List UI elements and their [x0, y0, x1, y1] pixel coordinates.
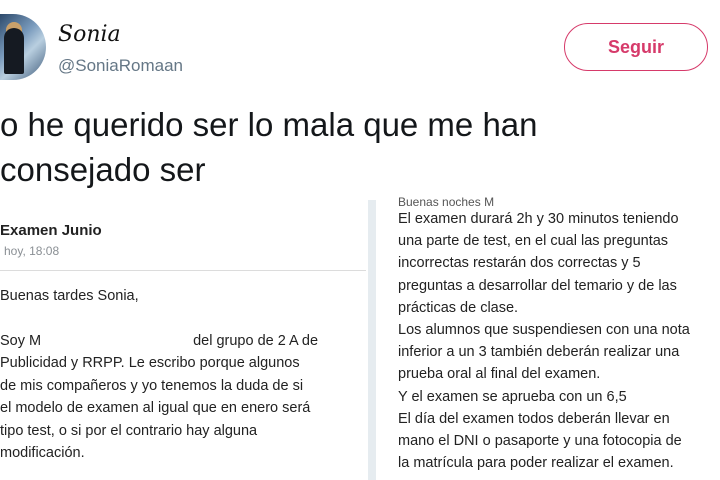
reply-line: inferior a un 3 también deberán realizar…: [398, 344, 680, 361]
tweet-line: o he querido ser lo mala que me han: [0, 106, 538, 143]
email-divider: [0, 270, 366, 271]
reply-screenshot[interactable]: Buenas noches M El examen durará 2h y 30…: [398, 196, 718, 474]
image-divider: [368, 200, 376, 480]
reply-line: la matrícula para poder realizar el exam…: [398, 455, 674, 472]
reply-line: El día del examen todos deberán llevar e…: [398, 410, 670, 427]
reply-line: Y el examen se aprueba con un 6,5: [398, 388, 627, 405]
email-greeting: Buenas tardes Sonia,: [0, 288, 139, 304]
reply-line: prácticas de clase.: [398, 299, 519, 316]
email-line: Soy M del grupo de 2 A de: [0, 330, 362, 353]
email-line: Publicidad y RRPP. Le escribo porque alg…: [0, 355, 300, 371]
reply-line: prueba oral al final del examen.: [398, 366, 601, 383]
email-line: el modelo de examen al igual que en ener…: [0, 400, 311, 416]
follow-button[interactable]: Seguir: [564, 23, 708, 71]
email-subject: Examen Junio: [0, 222, 102, 239]
tweet-line: consejado ser: [0, 151, 206, 188]
email-body: Buenas tardes Sonia, Soy M del grupo de 2…: [0, 285, 362, 465]
avatar-figure: [4, 28, 24, 74]
reply-line: una parte de test, en el cual las pregun…: [398, 233, 669, 250]
email-date: hoy, 18:08: [4, 244, 60, 258]
email-line-part: del grupo de 2 A de: [193, 332, 319, 349]
user-handle[interactable]: @SoniaRomaan: [58, 56, 183, 76]
email-line: de mis compañeros y yo tenemos la duda d…: [0, 377, 304, 394]
reply-line: preguntas a desarrollar del temario y de…: [398, 277, 677, 294]
reply-greeting-cut: Buenas noches M: [398, 196, 495, 208]
avatar[interactable]: [0, 14, 46, 80]
tweet-text: o he querido ser lo mala que me han cons…: [0, 102, 700, 192]
email-line-part: Soy M: [0, 332, 42, 349]
reply-line: incorrectas restarán dos correctas y 5: [398, 255, 641, 272]
reply-line: Los alumnos que suspendiesen con una not…: [398, 322, 690, 339]
display-name[interactable]: Sonia: [58, 22, 121, 47]
reply-line: mano el DNI o pasaporte y una fotocopia …: [398, 433, 682, 450]
email-line: tipo test, o si por el contrario hay alg…: [0, 422, 258, 439]
reply-line: El examen durará 2h y 30 minutos teniend…: [398, 211, 679, 227]
email-line: modificación.: [0, 445, 85, 461]
